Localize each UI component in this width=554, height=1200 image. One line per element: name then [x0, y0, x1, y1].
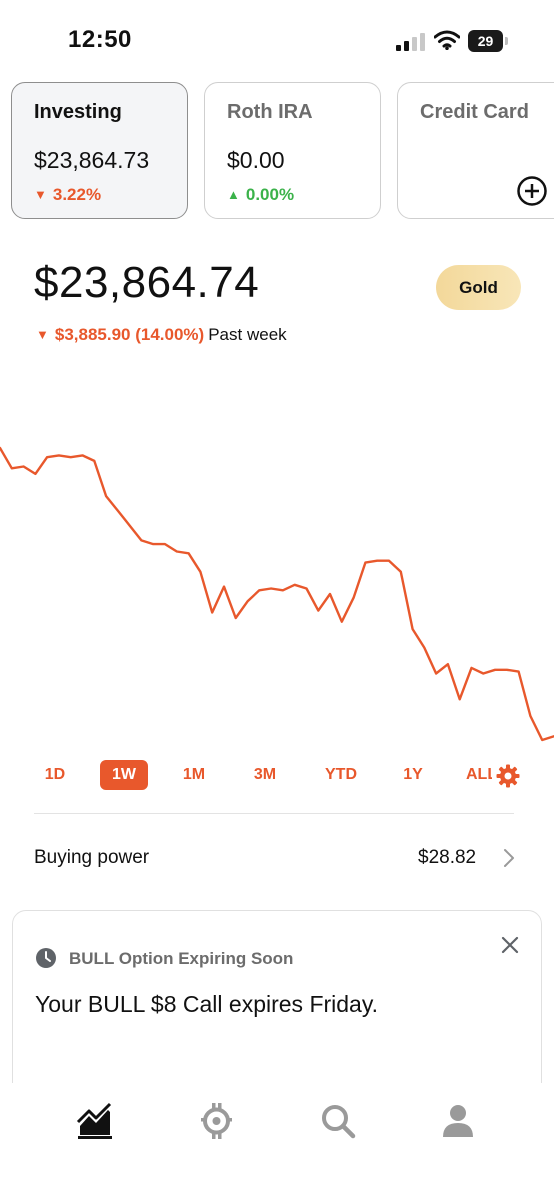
- range-tab-all[interactable]: ALL: [466, 760, 492, 790]
- account-change: ▼ 3.22%: [34, 185, 102, 204]
- account-card-investing[interactable]: Investing $23,864.73 ▼ 3.22%: [11, 82, 188, 219]
- down-arrow-icon: ▼: [36, 327, 49, 342]
- portfolio-value: $23,864.74: [34, 258, 260, 307]
- account-card-credit-card[interactable]: Credit Card: [397, 82, 554, 219]
- account-value: $0.00: [227, 147, 285, 173]
- crypto-icon[interactable]: [196, 1101, 236, 1141]
- range-tab-ytd[interactable]: YTD: [316, 760, 366, 790]
- add-circle-icon[interactable]: [516, 175, 548, 207]
- chevron-right-icon: [504, 849, 514, 867]
- account-card-roth-ira[interactable]: Roth IRA $0.00 ▲ 0.00%: [204, 82, 381, 219]
- range-tab-1w[interactable]: 1W: [100, 760, 148, 790]
- clock-icon: [36, 948, 56, 968]
- account-title: Credit Card: [420, 101, 529, 123]
- account-value: $23,864.73: [34, 147, 150, 173]
- notification-title: BULL Option Expiring Soon: [69, 949, 294, 968]
- wifi-icon: [434, 30, 460, 50]
- gold-badge[interactable]: Gold: [436, 265, 521, 310]
- range-tabs: 1D 1W 1M 3M YTD 1Y ALL: [0, 760, 554, 792]
- range-tab-1y[interactable]: 1Y: [396, 760, 430, 790]
- buying-power-label: Buying power: [34, 847, 150, 868]
- notification-body: Your BULL $8 Call expires Friday.: [35, 991, 379, 1017]
- bottom-nav: [0, 1083, 554, 1200]
- range-tab-1d[interactable]: 1D: [36, 760, 74, 790]
- cellular-signal-icon: [396, 33, 425, 51]
- portfolio-change: ▼ $3,885.90 (14.00%) Past week: [36, 325, 287, 345]
- notification-card[interactable]: BULL Option Expiring Soon Your BULL $8 C…: [12, 910, 542, 1100]
- status-time: 12:50: [68, 26, 132, 53]
- status-bar: 12:50 29: [0, 0, 554, 80]
- battery-level: 29: [468, 30, 503, 52]
- close-icon[interactable]: [500, 935, 520, 955]
- down-arrow-icon: ▼: [34, 187, 47, 202]
- chart-icon[interactable]: [75, 1101, 115, 1141]
- chart-series-line: [0, 446, 554, 742]
- account-change: ▲ 0.00%: [227, 185, 295, 204]
- buying-power-value: $28.82: [418, 847, 477, 868]
- account-title: Roth IRA: [227, 101, 313, 123]
- range-tab-3m[interactable]: 3M: [244, 760, 286, 790]
- portfolio-change-amount: $3,885.90 (14.00%): [54, 325, 205, 344]
- account-title: Investing: [34, 101, 122, 123]
- battery-icon: 29: [468, 30, 508, 52]
- range-tab-1m[interactable]: 1M: [175, 760, 213, 790]
- gear-icon[interactable]: [496, 764, 520, 788]
- divider: [34, 813, 514, 814]
- portfolio-change-period: Past week: [208, 325, 287, 344]
- search-icon[interactable]: [318, 1101, 358, 1141]
- portfolio-chart[interactable]: [0, 370, 554, 750]
- up-arrow-icon: ▲: [227, 187, 240, 202]
- buying-power-row[interactable]: Buying power $28.82: [0, 835, 554, 879]
- account-cards: Investing $23,864.73 ▼ 3.22% Roth IRA $0.…: [0, 82, 554, 222]
- account-icon[interactable]: [438, 1101, 478, 1141]
